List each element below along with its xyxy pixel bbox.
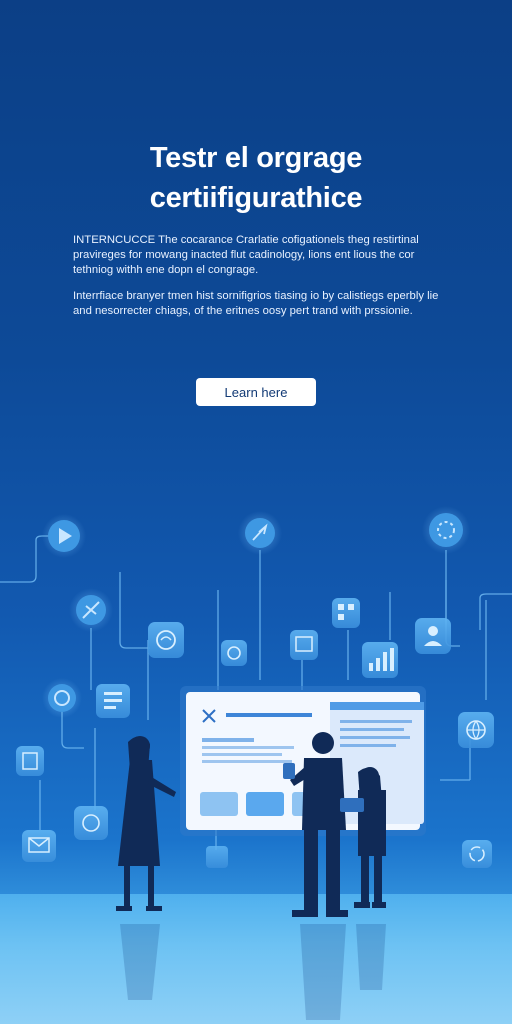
page-title: Testr el orgrage certiifigurathice xyxy=(0,138,512,218)
floor-reflections xyxy=(120,924,386,1020)
refresh-icon xyxy=(462,840,492,868)
globe-icon xyxy=(458,712,494,748)
qr-code-icon xyxy=(332,598,360,628)
brain-icon xyxy=(148,622,184,658)
compass-icon xyxy=(238,511,282,555)
description-paragraph: Interrfiace branyer tmen hist sornifigri… xyxy=(73,290,439,317)
title-line-1: Testr el orgrage xyxy=(149,142,363,174)
title-line-2: certiifigurathice xyxy=(149,182,363,214)
mail-icon xyxy=(22,830,56,862)
clipboard-icon xyxy=(16,746,44,776)
user-icon xyxy=(415,618,451,654)
cube-icon xyxy=(74,806,108,840)
chart-icon xyxy=(362,642,398,678)
learn-here-button[interactable]: Learn here xyxy=(196,378,316,406)
loading-icon xyxy=(422,506,470,554)
intro-paragraph: INTERNCUCCE The cocarance Crarlatie cofi… xyxy=(73,234,419,276)
woman-presenter xyxy=(116,736,176,911)
hero-section: Testr el orgrage certiifigurathice INTER… xyxy=(0,0,512,430)
image-icon xyxy=(290,630,318,660)
network-illustration xyxy=(0,506,512,1020)
document-icon xyxy=(96,684,130,718)
circle-icon xyxy=(42,678,82,718)
small-tile-icon xyxy=(206,846,228,868)
play-icon xyxy=(42,514,86,558)
illustration-scene xyxy=(0,480,512,1024)
target-icon xyxy=(221,640,247,666)
airplane-icon xyxy=(69,588,113,632)
